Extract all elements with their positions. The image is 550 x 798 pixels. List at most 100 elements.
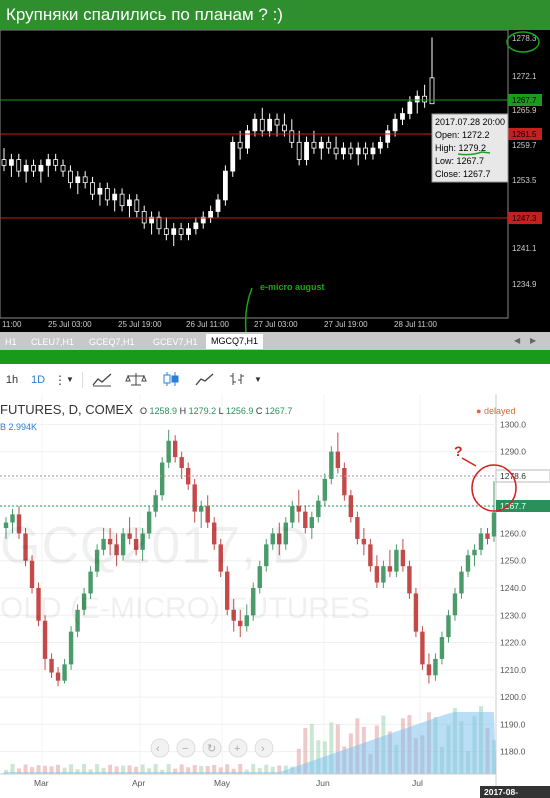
mt4-price-label: 1259.7 [512, 141, 537, 150]
symbol-watermark: GCQ2017, D [0, 517, 311, 575]
tab-gcev7[interactable]: GCEV7,H1 [148, 335, 203, 350]
tv-candle-body [335, 451, 341, 468]
ohlc-o-label: O [140, 406, 148, 416]
mt4-candle-body [178, 228, 184, 235]
tv-month-label: Jun [316, 778, 330, 788]
mt4-chart-window[interactable]: 1278.3 1272.1 1265.9 1259.7 1253.5 1247.3 1241… [0, 30, 550, 332]
ohlc-open: 1258.9 [149, 406, 178, 416]
mt4-time-label: 27 Jul 03:00 [254, 320, 298, 329]
mt4-candle-body [60, 164, 66, 172]
mt4-time-label: 28 Jul 11:00 [394, 320, 438, 329]
tv-time-axis: Mar Apr May Jun Jul [34, 778, 423, 788]
interval-1h-button[interactable]: 1h [4, 371, 20, 389]
mt4-candle-body [97, 187, 103, 195]
tv-price-label: 1250.0 [500, 556, 526, 566]
tv-candle-body [172, 440, 178, 458]
e-micro-annotation: e-micro august [260, 282, 325, 292]
tooltip-open: Open: 1272.2 [435, 130, 490, 140]
mt4-candle-body [112, 193, 118, 201]
mt4-candle-body [8, 159, 14, 166]
mt4-candle-body [208, 211, 214, 218]
tab-gceq7[interactable]: GCEQ7,H1 [84, 335, 140, 350]
mt4-price-label: 1241.1 [512, 244, 537, 253]
tv-candle-body [179, 457, 184, 468]
tv-candle-body [394, 549, 399, 572]
delayed-label: delayed [483, 406, 516, 416]
tv-candle-body [439, 637, 445, 659]
mt4-price-axis: 1278.3 1272.1 1265.9 1259.7 1253.5 1247.3 1241… [512, 34, 537, 289]
tv-candle-body [368, 544, 373, 567]
tab-scroll-left-icon[interactable]: ◀ [514, 336, 520, 345]
chevron-down-icon[interactable]: ▼ [64, 371, 76, 389]
tab-cleu7[interactable]: CLEU7,H1 [26, 335, 79, 350]
mt4-candle-body [186, 228, 191, 235]
mt4-candle-body [38, 164, 44, 172]
mt4-time-axis: 11:00 25 Jul 03:00 25 Jul 19:00 26 Jul 11:0… [2, 320, 438, 329]
tab-h1[interactable]: H1 [0, 335, 22, 350]
symbol-header[interactable]: FUTURES, D, COMEX [0, 402, 133, 417]
chart-style-chevron-icon[interactable]: ▼ [252, 371, 264, 389]
mt4-candle-body [400, 113, 405, 120]
mt4-candle-body [377, 141, 383, 149]
tv-candle-body [192, 484, 197, 512]
compare-scale-icon[interactable] [124, 371, 148, 389]
ohlc-legend: O 1258.9 H 1279.2 L 1256.9 C 1267.7 [140, 406, 292, 416]
red-price-tag-1-text: 1261.5 [512, 130, 537, 139]
mt4-candle-body [422, 95, 428, 103]
mt4-candle-body [141, 211, 147, 224]
mt4-candle-body [370, 147, 376, 155]
scroll-left-icon [150, 738, 170, 758]
mt4-candle-body [385, 130, 391, 143]
mt4-candle-body [127, 199, 132, 207]
mt4-time-label: 27 Jul 19:00 [324, 320, 368, 329]
interval-1d-button[interactable]: 1D [28, 371, 48, 389]
mt4-chart: 1278.3 1272.1 1265.9 1259.7 1253.5 1247.3 1241… [0, 30, 542, 332]
svg-text:−: − [182, 743, 188, 755]
delayed-badge: ● delayed [476, 406, 516, 416]
mt4-candle-body [407, 101, 413, 114]
green-price-tag-text: 1267.7 [512, 96, 537, 105]
mt4-candle-body [193, 222, 199, 230]
area-chart-icon[interactable] [194, 371, 216, 389]
tv-price-label: 1290.0 [500, 447, 526, 457]
ohlc-close: 1267.7 [264, 406, 293, 416]
mt4-candle-body [75, 176, 81, 184]
tv-candle-body [465, 555, 471, 572]
tv-price-label: 1240.0 [500, 583, 526, 593]
tv-candle-body [355, 517, 360, 539]
tv-price-label: 1230.0 [500, 610, 526, 620]
mt4-candle-body [245, 130, 250, 149]
tv-price-label: 1220.0 [500, 638, 526, 648]
tv-candle-body [485, 533, 490, 539]
mt4-candle-body [156, 216, 162, 230]
mt4-time-label: 11:00 [2, 320, 22, 329]
mt4-candle-body [134, 199, 140, 212]
tab-mgcq7[interactable]: MGCQ7,H1 [206, 334, 264, 349]
tv-chart-window[interactable]: 1300.01290.01280.01270.01260.01250.01240… [0, 394, 550, 798]
tv-candle-body [413, 593, 419, 632]
mt4-candle-body [341, 147, 346, 155]
tv-candle-body [199, 506, 204, 512]
mt4-candle-body [311, 141, 317, 149]
mt4-candle-body [16, 159, 22, 172]
tv-candle-body [62, 664, 67, 681]
indicators-icon[interactable] [90, 371, 114, 389]
tv-month-label: Mar [34, 778, 49, 788]
mt4-candle-body [333, 147, 339, 155]
tv-month-label: May [214, 778, 231, 788]
candles-style-icon[interactable] [160, 371, 182, 389]
tv-candle-body [42, 620, 48, 659]
question-arrow [461, 457, 477, 467]
mt4-candle-body [318, 141, 324, 149]
tab-scroll-right-icon[interactable]: ▶ [530, 336, 536, 345]
tv-candle-body [491, 512, 497, 537]
tv-price-label: 1210.0 [500, 665, 526, 675]
tv-candle-body [68, 631, 74, 665]
tv-candle-body [153, 495, 158, 512]
tv-candle-body [374, 566, 380, 583]
mt4-time-label: 25 Jul 19:00 [118, 320, 162, 329]
bars-style-icon[interactable] [226, 371, 248, 389]
tv-candle-body [381, 566, 386, 583]
more-intervals-icon[interactable]: ⋮ [54, 371, 66, 389]
mt4-price-label: 1265.9 [512, 106, 537, 115]
